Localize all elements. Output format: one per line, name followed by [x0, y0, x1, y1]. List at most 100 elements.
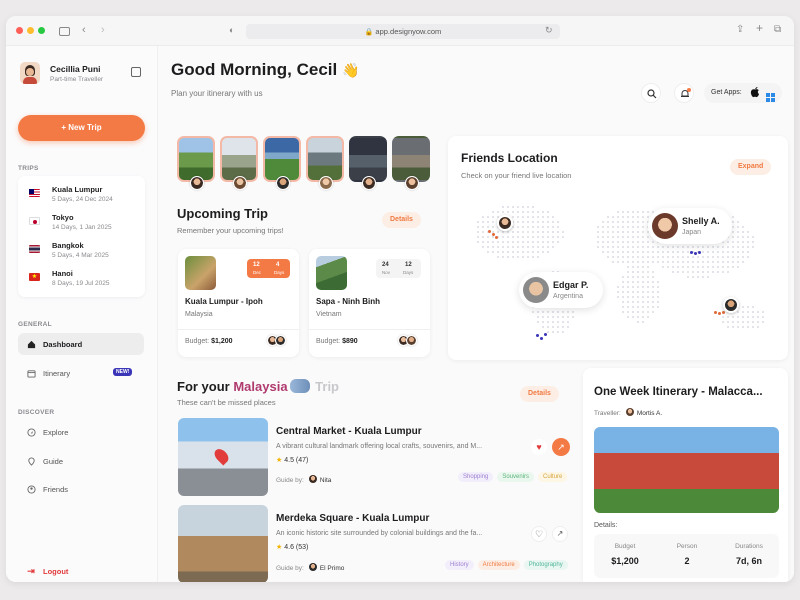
map-dot — [702, 266, 704, 268]
itinerary-card[interactable]: One Week Itinerary - Malacca... Travelle… — [583, 368, 788, 582]
notifications-button[interactable] — [674, 83, 694, 103]
nav-guide[interactable]: Guide — [18, 450, 144, 472]
map-dot — [632, 276, 634, 278]
map-dot — [647, 286, 649, 288]
map-dot — [512, 211, 514, 213]
place-rating: ★ 4.6 (53) — [276, 543, 308, 551]
trip-item-tokyo[interactable]: Tokyo 14 Days, 1 Jan 2025 — [18, 210, 145, 236]
windows-icon[interactable] — [766, 89, 775, 107]
map-dot — [642, 266, 644, 268]
map-dot — [732, 241, 734, 243]
upcoming-trip-card[interactable]: 24 Nov 12 Days Sapa - Ninh Binh Vietnam … — [309, 249, 430, 357]
nav-itinerary[interactable]: Itinerary NEW! — [18, 362, 144, 384]
new-tab-icon[interactable]: + — [756, 22, 763, 34]
map-dot — [537, 241, 539, 243]
stat-label: Durations — [735, 543, 763, 550]
map-dot — [687, 276, 689, 278]
map-dot — [632, 246, 634, 248]
friend-map-avatar[interactable] — [497, 215, 513, 231]
map-dot — [497, 251, 499, 253]
trip-item-kuala-lumpur[interactable]: Kuala Lumpur 5 Days, 24 Dec 2024 — [18, 182, 145, 208]
map-dot — [737, 266, 739, 268]
trip-item-hanoi[interactable]: ★ Hanoi 8 Days, 19 Jul 2025 — [18, 266, 145, 292]
map-dot — [622, 261, 624, 263]
map-dot — [532, 256, 534, 258]
place-item[interactable]: Merdeka Square - Kuala Lumpur An iconic … — [178, 505, 568, 582]
map-dot — [707, 276, 709, 278]
forward-icon[interactable]: › — [101, 24, 105, 36]
back-icon[interactable]: ‹ — [82, 24, 86, 36]
map-dot — [722, 261, 724, 263]
map-dot — [737, 251, 739, 253]
map-dot — [547, 216, 549, 218]
map-dot — [637, 216, 639, 218]
map-dot — [617, 291, 619, 293]
map-dot — [627, 216, 629, 218]
trip-item-bangkok[interactable]: Bangkok 5 Days, 4 Mar 2025 — [18, 238, 145, 264]
map-dot — [642, 256, 644, 258]
nav-friends[interactable]: Friends — [18, 478, 144, 500]
place-guide: Guide by: El Primo — [276, 563, 456, 572]
tabs-overview-icon[interactable]: ⧉ — [774, 24, 781, 36]
expand-button[interactable]: Expand — [730, 159, 772, 175]
map-dot — [542, 246, 544, 248]
malaysia-icon — [289, 379, 310, 393]
map-dot — [637, 256, 639, 258]
upcoming-trip-title: Upcoming Trip — [177, 206, 268, 221]
favorite-button[interactable]: ♥ — [531, 439, 547, 455]
privacy-shield-icon[interactable]: ◐ — [229, 24, 234, 36]
map-dot — [612, 241, 614, 243]
map-dot — [542, 251, 544, 253]
friend-map-avatar[interactable] — [723, 297, 739, 313]
map-dot — [742, 256, 744, 258]
map-dot — [492, 221, 494, 223]
map-dot — [687, 271, 689, 273]
share-icon[interactable]: ⇪ — [736, 24, 744, 36]
upcoming-trip-card[interactable]: 12 Dec 4 Days Kuala Lumpur - Ipoh Malays… — [178, 249, 299, 357]
map-dot — [567, 321, 569, 323]
tag: Culture — [538, 472, 568, 482]
nav-dashboard[interactable]: Dashboard — [18, 333, 144, 355]
story-avatar — [190, 176, 204, 190]
apple-icon[interactable] — [750, 86, 760, 101]
friend-location-card[interactable]: Edgar P. Argentina — [519, 272, 603, 308]
map-dot — [477, 226, 479, 228]
friend-location-card[interactable]: Shelly A. Japan — [648, 208, 732, 244]
maximize-window-button[interactable] — [38, 27, 45, 34]
map-dot — [627, 241, 629, 243]
collapse-sidebar-icon[interactable] — [131, 67, 141, 77]
map-dot — [642, 251, 644, 253]
map-dot — [642, 241, 644, 243]
sidebar-toggle-icon[interactable] — [59, 27, 70, 36]
address-bar[interactable]: 🔒 app.designyow.com — [246, 24, 560, 39]
place-item[interactable]: Central Market - Kuala Lumpur A vibrant … — [178, 418, 570, 496]
favorite-button[interactable]: ♡ — [531, 526, 547, 542]
map-dot — [497, 231, 499, 233]
map-dot — [622, 236, 624, 238]
map-dot — [682, 256, 684, 258]
map-dot — [747, 251, 749, 253]
logout-button[interactable]: ⇥ Logout — [18, 560, 144, 582]
open-place-button[interactable]: ↗ — [552, 526, 568, 542]
map-dot — [487, 226, 489, 228]
map-dot — [677, 256, 679, 258]
map-dot — [522, 231, 524, 233]
user-avatar[interactable] — [20, 62, 40, 84]
nav-explore[interactable]: Explore — [18, 421, 144, 443]
reload-icon[interactable]: ↻ — [545, 24, 553, 36]
story-avatar — [233, 176, 247, 190]
map-dot — [727, 321, 729, 323]
minimize-window-button[interactable] — [27, 27, 34, 34]
map-dot — [757, 311, 759, 313]
place-tags: History Architecture Photography — [441, 560, 568, 570]
map-dot — [632, 231, 634, 233]
close-window-button[interactable] — [16, 27, 23, 34]
malaysia-details-button[interactable]: Details — [520, 386, 559, 402]
new-trip-button[interactable]: + New Trip — [18, 115, 145, 141]
map-dot — [632, 281, 634, 283]
map-dot — [482, 216, 484, 218]
search-button[interactable] — [641, 83, 661, 103]
upcoming-details-button[interactable]: Details — [382, 212, 421, 228]
open-place-button[interactable]: ↗ — [552, 438, 570, 456]
map-dot — [507, 231, 509, 233]
